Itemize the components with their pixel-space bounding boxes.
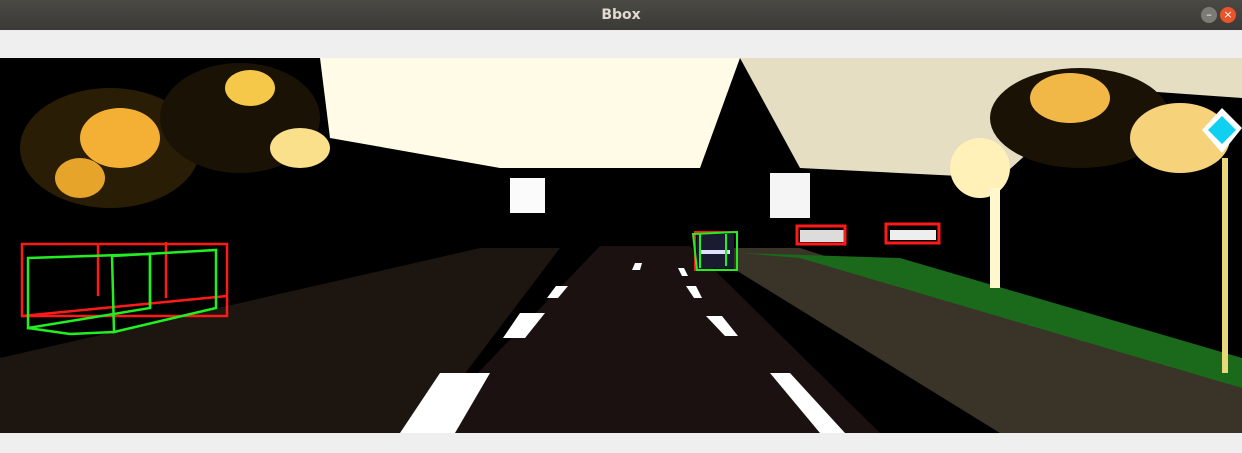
trees-left	[20, 63, 330, 208]
building	[510, 178, 545, 213]
bbox-2d-car-1	[20, 242, 229, 318]
close-icon[interactable]: ×	[1220, 7, 1236, 23]
car-4-body	[890, 230, 936, 240]
billboard	[770, 173, 810, 218]
minimize-icon[interactable]: –	[1201, 7, 1217, 23]
car-3-body	[800, 230, 844, 242]
window-titlebar: Bbox – ×	[0, 0, 1242, 30]
detection-car-4[interactable]	[884, 222, 941, 245]
sky	[320, 58, 740, 168]
camera-image	[0, 58, 1242, 433]
detection-car-2[interactable]	[691, 230, 738, 271]
window-title: Bbox	[601, 7, 641, 23]
scene-svg	[0, 58, 1242, 433]
sign-pole	[1222, 158, 1228, 373]
tree-trunk-highlight	[990, 188, 1000, 288]
detection-car-3[interactable]	[795, 224, 847, 246]
